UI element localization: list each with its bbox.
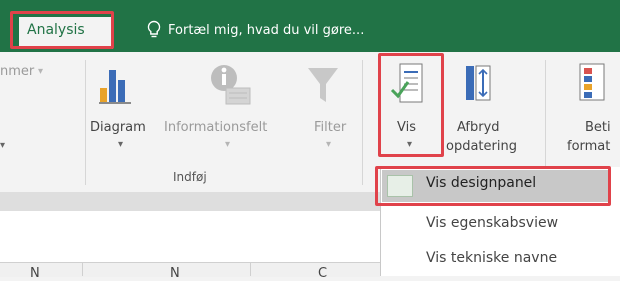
ribbon-group-label: Indføj [173,170,207,184]
column-divider [250,262,251,276]
chevron-down-icon: ▾ [225,139,231,150]
chevron-down-icon: ▾ [0,140,6,151]
betinget-button-line2[interactable]: format [567,139,610,154]
diagram-button[interactable]: Diagram [90,120,146,135]
column-divider [82,262,83,276]
column-header: N [30,266,40,281]
afbryd-button[interactable]: Afbryd [457,120,500,135]
group-separator [85,60,86,185]
column-header: N [170,266,180,281]
highlight-box-vis [378,53,444,157]
filter-icon[interactable] [306,66,340,106]
info-field-icon[interactable] [206,62,252,106]
afbryd-button-line2[interactable]: opdatering [446,139,517,154]
conditional-format-icon[interactable] [578,62,606,104]
highlight-box-menu-item [375,166,611,206]
menu-item-label[interactable]: Vis egenskabsview [426,215,558,231]
chevron-down-icon[interactable]: ▾ [118,139,123,150]
menu-item-label[interactable]: Vis tekniske navne [426,250,557,266]
chevron-down-icon: ▾ [38,66,44,77]
column-header: C [318,266,328,281]
betinget-button[interactable]: Beti [585,120,611,135]
group-separator [362,60,363,185]
highlight-box-tab [10,11,114,49]
bar-chart-icon[interactable] [98,62,132,106]
filter-button[interactable]: Filter [314,120,346,135]
informationsfelt-button[interactable]: Informationsfelt [164,120,267,135]
tell-me-search[interactable]: Fortæl mig, hvad du vil gøre... [168,23,364,38]
truncated-label: nmer [0,64,35,79]
chevron-down-icon: ▾ [326,139,332,150]
defer-update-icon[interactable] [462,62,494,106]
lightbulb-icon[interactable] [145,20,163,40]
